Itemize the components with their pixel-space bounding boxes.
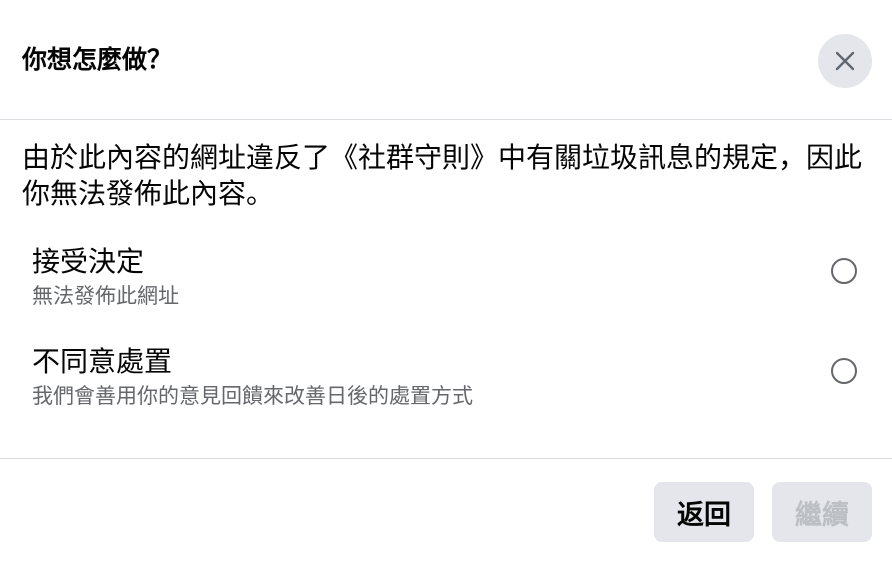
- radio-disagree[interactable]: [831, 358, 857, 384]
- dialog-header: 你想怎麼做？: [0, 0, 892, 120]
- option-subtitle: 無法發佈此網址: [32, 284, 179, 308]
- close-icon: [835, 51, 855, 71]
- option-title: 接受決定: [32, 245, 145, 278]
- close-button[interactable]: [818, 34, 872, 88]
- footer-divider: [0, 458, 892, 459]
- dialog: 你想怎麼做？ 由於此內容的網址違反了《社群守則》中有關垃圾訊息的規定，因此你無法…: [0, 0, 892, 561]
- option-subtitle: 我們會善用你的意見回饋來改善日後的處置方式: [32, 384, 473, 408]
- dialog-message: 由於此內容的網址違反了《社群守則》中有關垃圾訊息的規定，因此你無法發佈此內容。: [22, 141, 863, 210]
- radio-accept-decision[interactable]: [831, 258, 857, 284]
- continue-button[interactable]: 繼續: [772, 482, 872, 542]
- option-accept-decision[interactable]: 接受決定 無法發佈此網址: [0, 244, 892, 332]
- dialog-title: 你想怎麼做？: [22, 45, 173, 74]
- back-button[interactable]: 返回: [654, 482, 754, 542]
- option-title: 不同意處置: [32, 345, 173, 378]
- option-disagree[interactable]: 不同意處置 我們會善用你的意見回饋來改善日後的處置方式: [0, 344, 892, 432]
